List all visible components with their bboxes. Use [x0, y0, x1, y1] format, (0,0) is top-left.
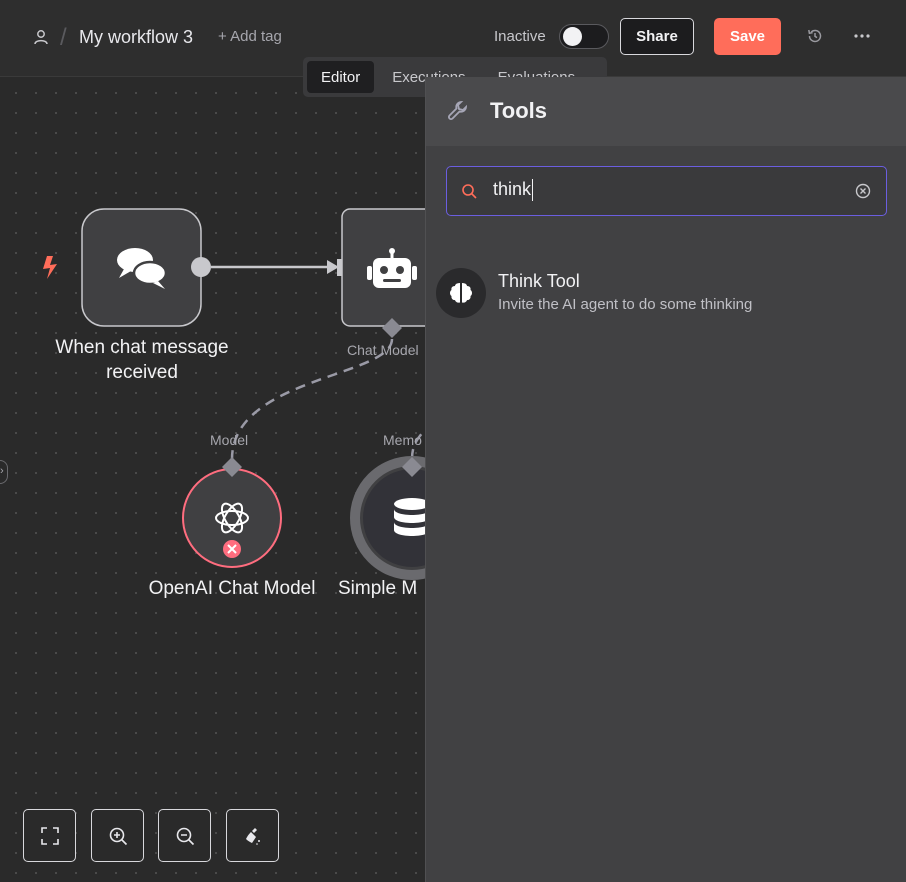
- result-description: Invite the AI agent to do some thinking: [498, 296, 753, 313]
- chat-model-port-label: Chat Model: [347, 342, 419, 358]
- memory-node-label: Simple M: [338, 578, 418, 599]
- clear-search-icon[interactable]: [854, 182, 872, 200]
- fit-view-icon: [40, 826, 59, 845]
- share-button[interactable]: Share: [620, 18, 694, 55]
- search-input-value: think: [493, 179, 532, 199]
- openai-node-label: OpenAI Chat Model: [148, 578, 316, 599]
- text-caret: [532, 179, 534, 202]
- chat-trigger-label-line2: received: [106, 362, 178, 383]
- zoom-in-icon: [109, 827, 127, 845]
- tab-editor[interactable]: Editor: [307, 61, 375, 93]
- breadcrumb-separator: /: [60, 24, 67, 51]
- trigger-bolt-icon: [43, 256, 57, 279]
- search-box[interactable]: think: [446, 166, 887, 216]
- brain-icon: [450, 283, 472, 303]
- user-icon[interactable]: [32, 28, 50, 46]
- zoom-in-button[interactable]: [91, 809, 144, 862]
- chat-trigger-label-line1: When chat message: [55, 337, 229, 358]
- search-icon: [462, 184, 477, 199]
- more-options-icon[interactable]: [853, 26, 871, 44]
- active-toggle[interactable]: [559, 24, 609, 49]
- tidy-up-button[interactable]: [226, 809, 279, 862]
- panel-title: Tools: [490, 98, 548, 123]
- workflow-name[interactable]: My workflow 3: [79, 27, 193, 48]
- fit-view-button[interactable]: [23, 809, 76, 862]
- memory-port-label: Memo: [383, 432, 422, 448]
- wrench-icon: [448, 100, 468, 120]
- chat-trigger-node-label: When chat message received: [32, 335, 252, 385]
- toggle-knob: [563, 27, 582, 46]
- broom-icon: [245, 827, 260, 845]
- trigger-output-port: [191, 257, 211, 277]
- history-icon[interactable]: [806, 27, 824, 45]
- zoom-out-button[interactable]: [158, 809, 211, 862]
- tools-panel-header: Tools: [426, 77, 906, 146]
- save-button[interactable]: Save: [714, 18, 781, 55]
- zoom-out-icon: [176, 827, 194, 845]
- result-icon-container: [436, 268, 486, 318]
- app-window: / My workflow 3 + Add tag Inactive Share…: [0, 0, 906, 882]
- search-input[interactable]: think: [493, 179, 843, 205]
- model-port-label: Model: [210, 432, 249, 448]
- active-status-label: Inactive: [494, 28, 546, 45]
- search-result-think-tool[interactable]: Think Tool Invite the AI agent to do som…: [436, 266, 896, 322]
- chevron-right-icon: ›: [0, 465, 4, 477]
- add-tag-button[interactable]: + Add tag: [218, 28, 282, 45]
- tools-panel: Tools think Think Tool Invite the AI age…: [425, 77, 906, 882]
- result-title: Think Tool: [498, 271, 580, 291]
